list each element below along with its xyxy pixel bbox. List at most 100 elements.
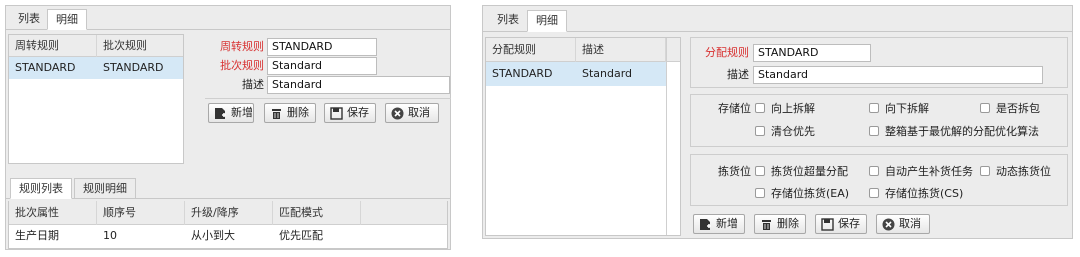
table-cell: STANDARD [103,61,164,74]
column-header[interactable]: 顺序号 [97,201,185,225]
checkbox-label: 是否拆包 [996,102,1040,115]
add-doc-icon [215,108,226,119]
description-label: 描述 [242,78,264,91]
description-input[interactable]: Standard [753,66,1043,84]
tab-list[interactable]: 列表 [10,9,48,30]
cancel-icon [882,218,895,231]
grid-header: 分配规则 描述 [486,38,680,62]
grid-header: 批次属性 顺序号 升级/降序 匹配模式 [9,201,447,225]
cancel-button[interactable]: 取消 [876,214,930,234]
allocation-rule-label: 分配规则 [705,46,749,59]
checkbox-label: 自动产生补货任务 [885,165,973,178]
checkbox-unpack[interactable]: 是否拆包 [980,101,1040,117]
turnover-rule-label: 周转规则 [220,40,264,53]
checkbox-label: 整箱基于最优解的分配优化算法 [885,125,1039,138]
cancel-button-label: 取消 [408,106,430,119]
delete-button[interactable]: 删除 [264,103,316,123]
add-button[interactable]: 新增 [693,214,745,234]
allocation-rule-grid: 分配规则 描述 STANDARD Standard [485,37,681,236]
rule-list-grid: 周转规则 批次规则 STANDARD STANDARD [8,34,184,164]
description-input[interactable]: Standard [267,76,450,94]
checkbox-over-allocation[interactable]: 拣货位超量分配 [755,164,848,180]
table-cell: 10 [103,229,117,242]
trash-icon [762,220,771,230]
cancel-button[interactable]: 取消 [385,103,439,123]
checkbox-box[interactable] [869,166,879,176]
column-header[interactable]: 升级/降序 [185,201,273,225]
column-header[interactable]: 批次属性 [9,201,97,225]
trash-icon [272,109,281,119]
checkbox-dynamic-pick[interactable]: 动态拣货位 [980,164,1051,180]
checkbox-storage-pick-ea[interactable]: 存储位拣货(EA) [755,186,849,202]
bottom-tabbar: 规则列表 规则明细 [6,173,450,199]
checkbox-optimal-allocation[interactable]: 整箱基于最优解的分配优化算法 [869,124,1039,140]
checkbox-label: 向上拆解 [771,102,815,115]
add-button-label: 新增 [716,217,738,230]
tab-list[interactable]: 列表 [489,10,527,32]
tab-rule-detail[interactable]: 规则明细 [74,178,136,199]
form-divider [205,98,451,99]
right-top-tabbar: 列表 明细 [483,6,1072,32]
checkbox-box[interactable] [980,166,990,176]
checkbox-box[interactable] [980,103,990,113]
grid-header: 周转规则 批次规则 [9,35,183,57]
delete-button-label: 删除 [777,217,799,230]
table-row[interactable]: STANDARD Standard [486,62,666,86]
save-button[interactable]: 保存 [324,103,376,123]
checkbox-box[interactable] [869,103,879,113]
tab-detail[interactable]: 明细 [47,9,87,30]
column-header[interactable]: 周转规则 [9,35,97,57]
table-cell: STANDARD [492,67,553,80]
description-label: 描述 [727,68,749,81]
save-disk-icon [821,218,834,231]
checkbox-box[interactable] [869,126,879,136]
table-cell: Standard [582,67,633,80]
save-button-label: 保存 [347,106,369,119]
rule-detail-grid: 批次属性 顺序号 升级/降序 匹配模式 生产日期 10 从小到大 优先匹配 [8,201,448,249]
save-disk-icon [330,107,343,120]
picking-location-section: 拣货位 拣货位超量分配 自动产生补货任务 动态拣货位 存储位拣货(EA) 存储位… [690,154,1068,206]
table-row[interactable]: 生产日期 10 从小到大 优先匹配 [9,225,447,247]
checkbox-box[interactable] [755,103,765,113]
checkbox-label: 动态拣货位 [996,165,1051,178]
table-cell: STANDARD [15,61,76,74]
delete-button-label: 删除 [287,106,309,119]
delete-button[interactable]: 删除 [754,214,806,234]
left-top-tabbar: 列表 明细 [6,6,450,30]
checkbox-box[interactable] [869,188,879,198]
checkbox-box[interactable] [755,166,765,176]
checkbox-split-up[interactable]: 向上拆解 [755,101,815,117]
grid-column-divider [666,38,667,235]
save-button[interactable]: 保存 [815,214,867,234]
column-header[interactable]: 匹配模式 [273,201,361,225]
checkbox-box[interactable] [755,188,765,198]
column-header[interactable]: 分配规则 [486,38,576,62]
checkbox-box[interactable] [755,126,765,136]
save-button-label: 保存 [838,217,860,230]
checkbox-auto-replenish[interactable]: 自动产生补货任务 [869,164,973,180]
table-row[interactable]: STANDARD STANDARD [9,57,183,79]
checkbox-split-down[interactable]: 向下拆解 [869,101,929,117]
column-header[interactable]: 描述 [576,38,666,62]
storage-location-label: 存储位 [718,102,751,115]
checkbox-label: 拣货位超量分配 [771,165,848,178]
column-header[interactable]: 批次规则 [97,35,185,57]
turnover-rule-input[interactable]: STANDARD [267,38,377,56]
checkbox-label: 存储位拣货(CS) [885,187,964,200]
allocation-form-section: 分配规则 STANDARD 描述 Standard [690,37,1068,88]
checkbox-clearance-first[interactable]: 清仓优先 [755,124,815,140]
allocation-rule-input[interactable]: STANDARD [753,44,871,62]
right-window: 列表 明细 分配规则 描述 STANDARD Standard 分配规则 STA… [482,5,1073,239]
table-cell: 生产日期 [15,229,59,242]
batch-rule-input[interactable]: Standard [267,57,377,75]
add-doc-icon [700,219,711,230]
checkbox-label: 存储位拣货(EA) [771,187,850,200]
checkbox-label: 向下拆解 [885,102,929,115]
storage-location-section: 存储位 向上拆解 向下拆解 是否拆包 清仓优先 整箱基于最优解的分配优化算法 [690,94,1068,147]
cancel-icon [391,107,404,120]
checkbox-storage-pick-cs[interactable]: 存储位拣货(CS) [869,186,963,202]
left-window: 列表 明细 周转规则 批次规则 STANDARD STANDARD 周转规则 S… [5,5,451,250]
tab-detail[interactable]: 明细 [527,10,567,32]
tab-rule-list[interactable]: 规则列表 [10,178,72,199]
add-button[interactable]: 新增 [208,103,254,123]
